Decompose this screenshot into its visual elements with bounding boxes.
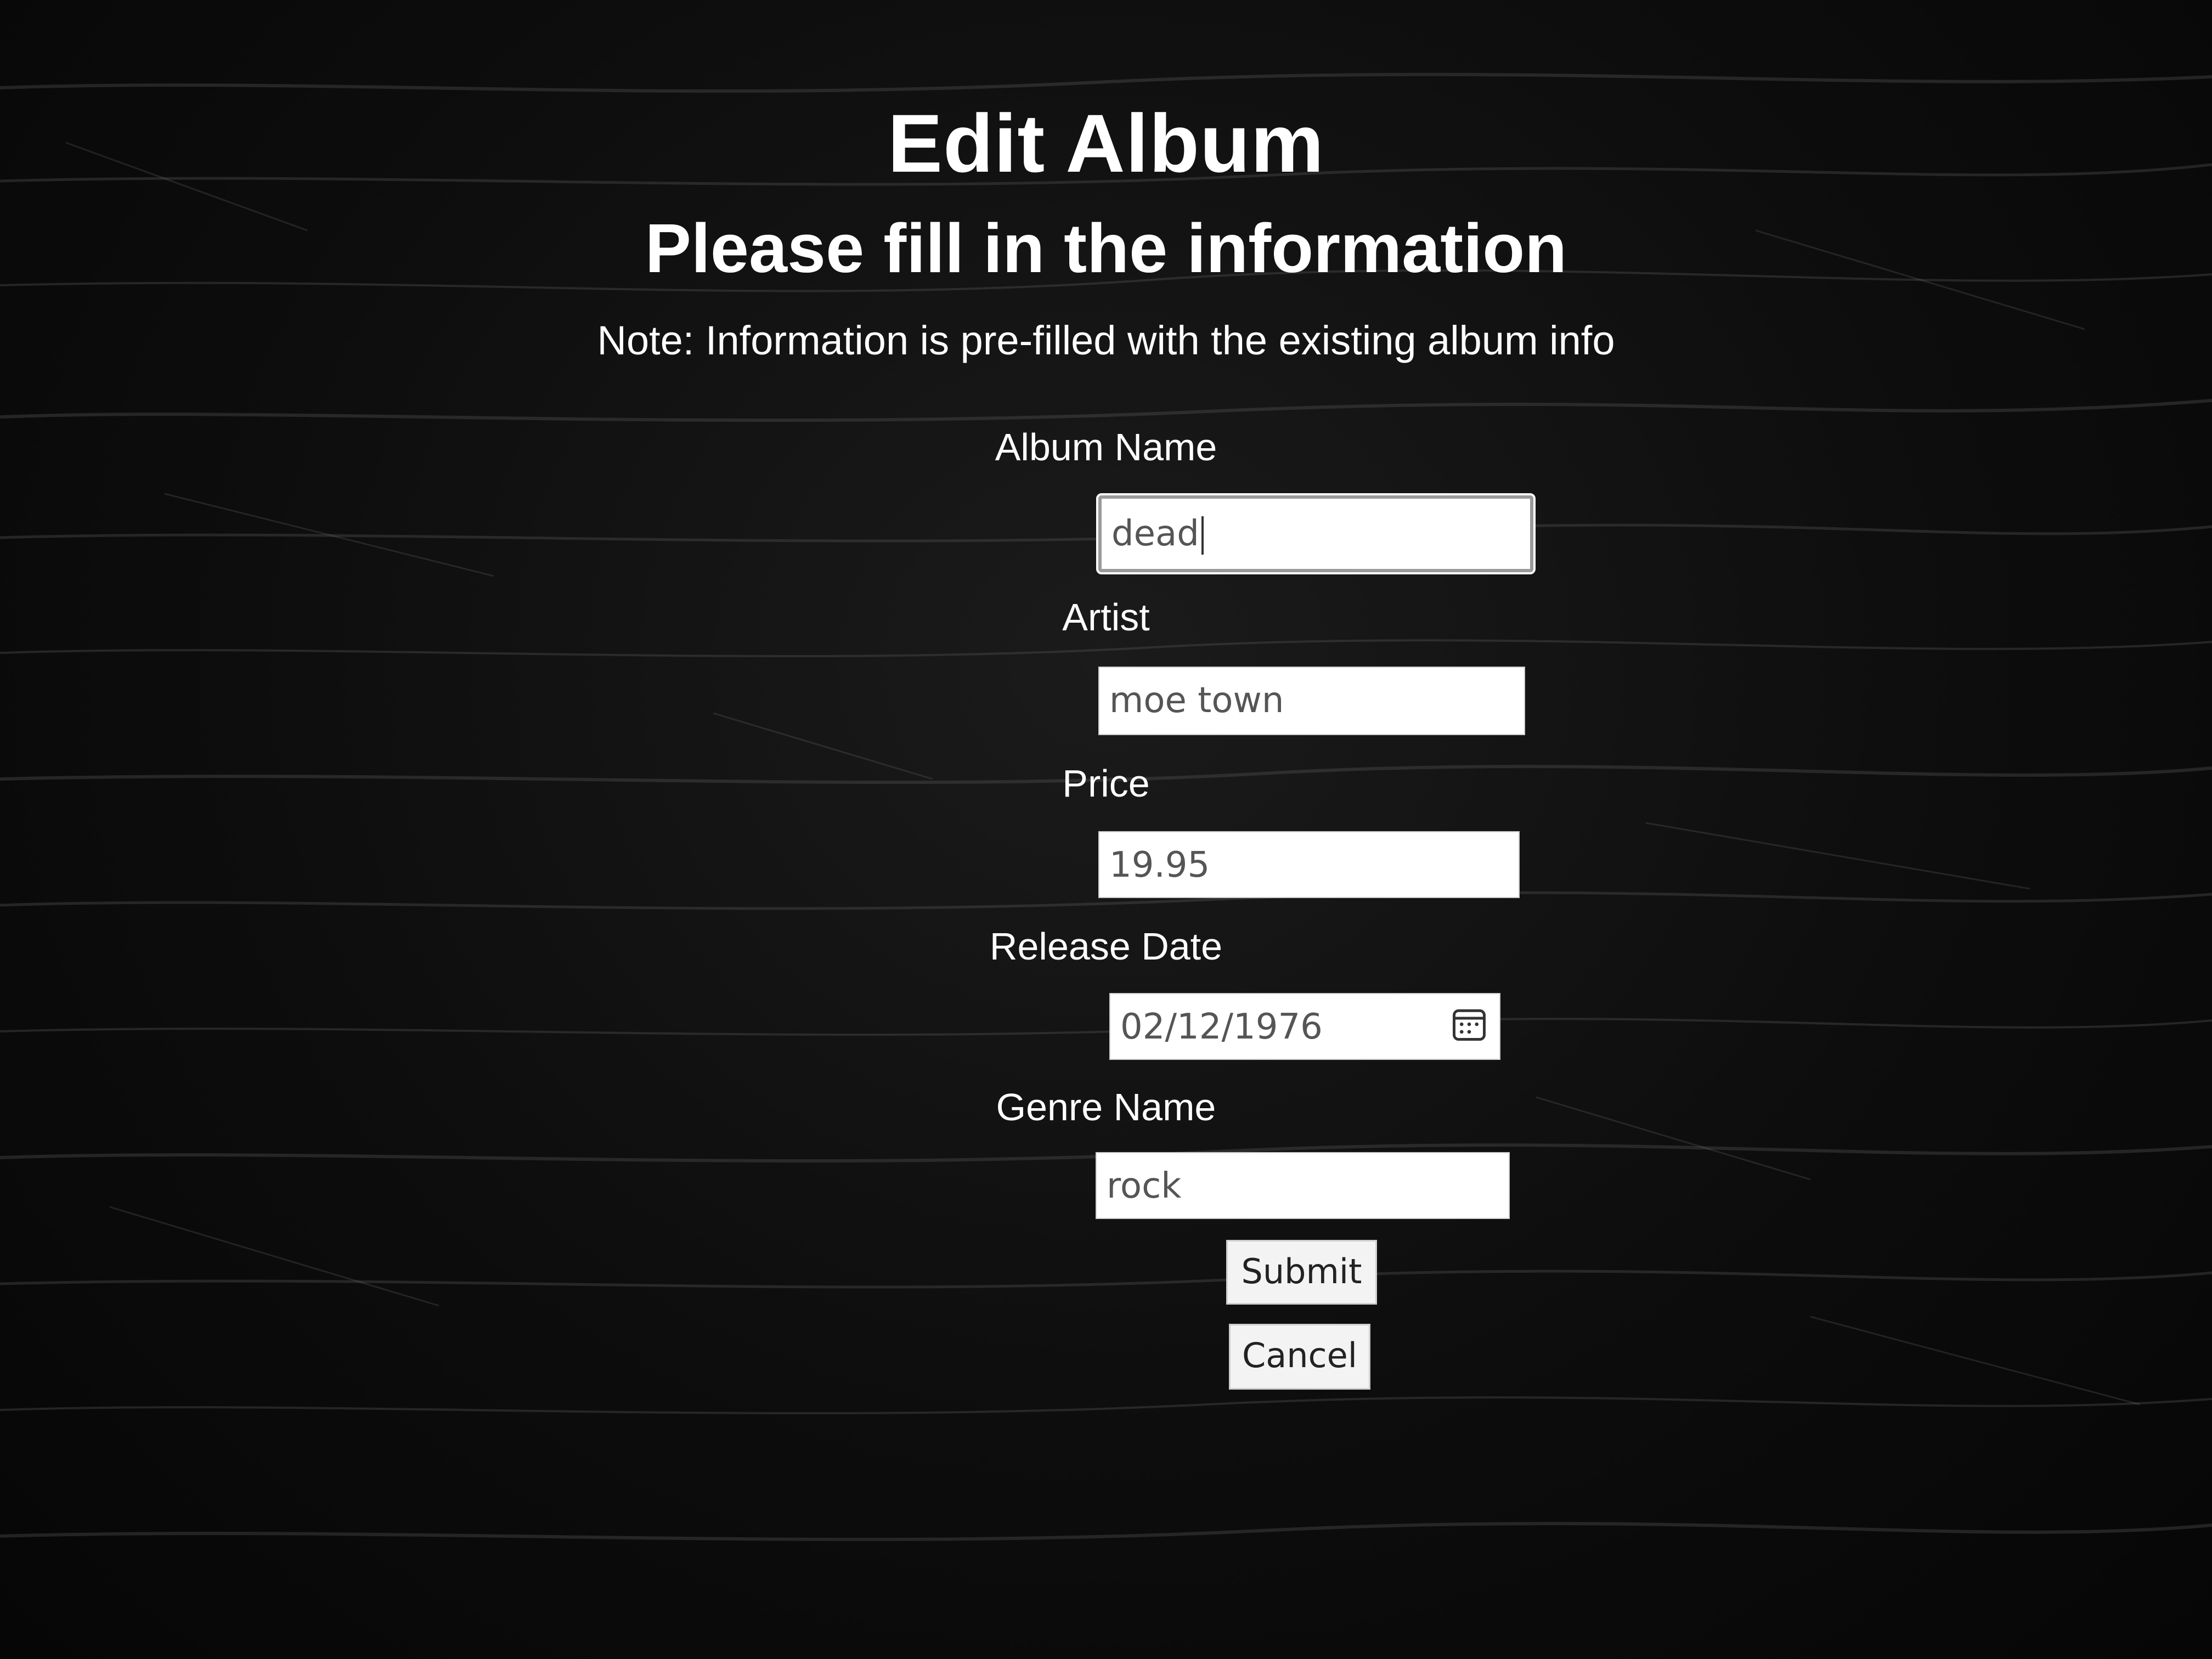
release-date-label: Release Date [989, 925, 1223, 968]
price-input[interactable]: 19.95 [1098, 831, 1520, 898]
genre-name-value: rock [1107, 1166, 1182, 1206]
edit-album-page: Edit Album Please fill in the informatio… [0, 0, 2212, 1659]
price-value: 19.95 [1109, 845, 1210, 885]
page-title: Edit Album [887, 97, 1325, 189]
album-name-value: dead [1111, 514, 1199, 554]
calendar-icon[interactable] [1451, 1006, 1487, 1042]
cancel-button[interactable]: Cancel [1229, 1324, 1370, 1390]
text-caret [1201, 516, 1204, 555]
artist-value: moe town [1109, 680, 1284, 721]
genre-name-input[interactable]: rock [1096, 1152, 1510, 1219]
release-date-value: 02/12/1976 [1120, 1007, 1323, 1047]
submit-button[interactable]: Submit [1226, 1240, 1377, 1305]
album-name-input[interactable]: dead [1096, 493, 1536, 574]
prefill-note: Note: Information is pre-filled with the… [597, 318, 1615, 363]
artist-input[interactable]: moe town [1098, 667, 1525, 735]
price-label: Price [1062, 762, 1150, 805]
album-name-label: Album Name [995, 426, 1217, 469]
release-date-input[interactable]: 02/12/1976 [1109, 993, 1500, 1060]
artist-label: Artist [1062, 596, 1150, 639]
genre-name-label: Genre Name [996, 1086, 1216, 1128]
page-subtitle: Please fill in the information [645, 210, 1567, 287]
